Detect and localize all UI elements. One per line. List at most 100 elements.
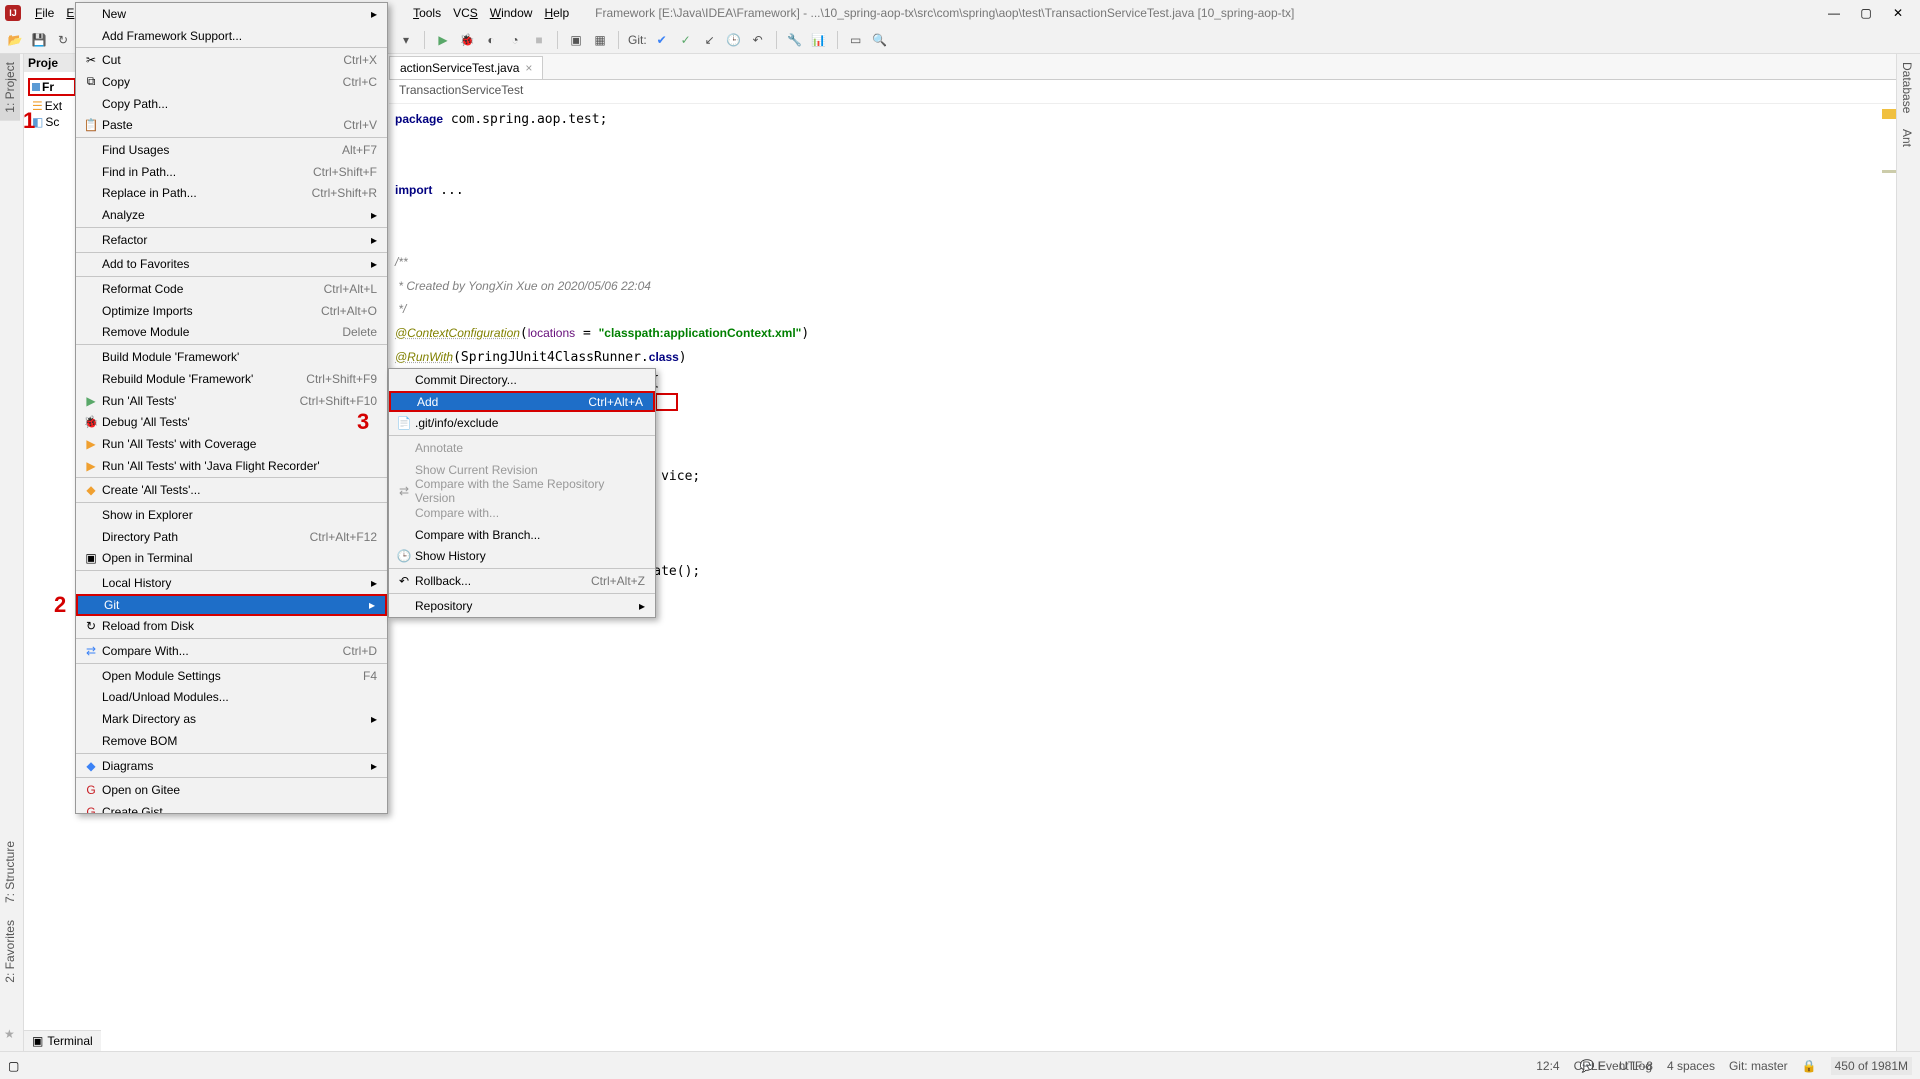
status-line-ending[interactable]: CRLF <box>1574 1059 1605 1073</box>
history-icon[interactable]: 🕒 <box>725 31 743 49</box>
menu-item[interactable]: Build Module 'Framework' <box>76 346 387 368</box>
tab-database[interactable]: Database <box>1897 54 1917 121</box>
push-icon[interactable]: ✓ <box>677 31 695 49</box>
menu-item[interactable]: Add Framework Support... <box>76 25 387 47</box>
search-icon[interactable]: 🔍 <box>871 31 889 49</box>
rollback-icon[interactable]: ↶ <box>749 31 767 49</box>
menu-item[interactable]: ▣Open in Terminal <box>76 548 387 570</box>
editor-tabs: actionServiceTest.java × <box>389 54 1896 80</box>
status-position[interactable]: 12:4 <box>1536 1059 1559 1073</box>
tab-structure[interactable]: 7: Structure <box>0 833 20 911</box>
star-icon[interactable]: ★ <box>4 1027 15 1041</box>
menu-item[interactable]: ✂CutCtrl+X <box>76 49 387 71</box>
tab-close-icon[interactable]: × <box>525 61 532 75</box>
tab-project[interactable]: 1: Project <box>0 54 20 121</box>
statusbar-toggle-icon[interactable]: ▢ <box>8 1059 19 1073</box>
menu-tools[interactable]: Tools <box>407 3 447 23</box>
breadcrumb[interactable]: TransactionServiceTest <box>389 80 1896 104</box>
menu-item[interactable]: ↻Reload from Disk <box>76 616 387 638</box>
menu-item[interactable]: GOpen on Gitee <box>76 779 387 801</box>
update-icon[interactable]: ↙ <box>701 31 719 49</box>
status-branch[interactable]: Git: master <box>1729 1059 1788 1073</box>
menu-window[interactable]: Window <box>484 3 539 23</box>
wrench-icon[interactable]: 🔧 <box>786 31 804 49</box>
terminal-tab[interactable]: ▣ Terminal <box>24 1030 101 1051</box>
menu-item[interactable]: Show in Explorer <box>76 504 387 526</box>
menu-item-label: Show in Explorer <box>102 508 377 522</box>
menu-item-label: Mark Directory as <box>102 712 361 726</box>
status-memory[interactable]: 450 of 1981M <box>1831 1057 1912 1075</box>
menu-help[interactable]: Help <box>538 3 575 23</box>
menu-item-label: Run 'All Tests' with 'Java Flight Record… <box>102 459 377 473</box>
project-item-ext[interactable]: ☰ Ext <box>30 98 76 114</box>
status-encoding[interactable]: UTF-8 <box>1619 1059 1653 1073</box>
menu-item[interactable]: Load/Unload Modules... <box>76 687 387 709</box>
menu-item[interactable]: ◆Create 'All Tests'... <box>76 479 387 501</box>
menu-item[interactable]: ◆Diagrams▸ <box>76 755 387 777</box>
save-icon[interactable]: 💾 <box>30 31 48 49</box>
menu-item[interactable]: ↶Rollback...Ctrl+Alt+Z <box>389 570 655 592</box>
menu-item[interactable]: ▶Run 'All Tests' with Coverage <box>76 433 387 455</box>
menu-item[interactable]: 📄.git/info/exclude <box>389 412 655 434</box>
stop-icon[interactable]: ■ <box>530 31 548 49</box>
menu-item[interactable]: Mark Directory as▸ <box>76 708 387 730</box>
minimize-icon[interactable]: — <box>1827 6 1841 20</box>
status-lock-icon[interactable]: 🔒 <box>1802 1059 1817 1073</box>
profiler-icon[interactable]: ◔ <box>506 31 524 49</box>
menu-item-icon: 📋 <box>82 118 100 132</box>
menu-item[interactable]: 🕒Show History <box>389 546 655 568</box>
menu-item[interactable]: Reformat CodeCtrl+Alt+L <box>76 278 387 300</box>
menu-item[interactable]: Rebuild Module 'Framework'Ctrl+Shift+F9 <box>76 368 387 390</box>
menu-item[interactable]: ⧉CopyCtrl+C <box>76 71 387 93</box>
close-icon[interactable]: ✕ <box>1891 6 1905 20</box>
project-item-sc[interactable]: ◧ Sc <box>30 114 76 130</box>
menu-item[interactable]: 📋PasteCtrl+V <box>76 114 387 136</box>
menu-item[interactable]: Local History▸ <box>76 572 387 594</box>
nav-dropdown-icon[interactable]: ▾ <box>397 31 415 49</box>
menu-item[interactable]: Git▸ <box>76 594 387 616</box>
menu-item[interactable]: GCreate Gist... <box>76 801 387 814</box>
menu-vcs[interactable]: VCS <box>447 3 484 23</box>
menu-item[interactable]: Optimize ImportsCtrl+Alt+O <box>76 300 387 322</box>
menu-item[interactable]: 🐞Debug 'All Tests' <box>76 411 387 433</box>
menu-item-label: Remove Module <box>102 325 312 339</box>
coverage-icon[interactable]: ◐ <box>482 31 500 49</box>
menu-item[interactable]: Analyze▸ <box>76 204 387 226</box>
menu-item[interactable]: ▶Run 'All Tests'Ctrl+Shift+F10 <box>76 390 387 412</box>
tab-ant[interactable]: Ant <box>1897 121 1917 155</box>
menu-item[interactable]: Replace in Path...Ctrl+Shift+R <box>76 183 387 205</box>
maximize-icon[interactable]: ▢ <box>1859 6 1873 20</box>
menu-item[interactable]: AddCtrl+Alt+A <box>389 391 655 413</box>
editor-tab[interactable]: actionServiceTest.java × <box>389 56 543 79</box>
refresh-icon[interactable]: ↻ <box>54 31 72 49</box>
emulator-icon[interactable]: ▭ <box>847 31 865 49</box>
menu-item[interactable]: Compare with Branch... <box>389 524 655 546</box>
menu-item[interactable]: Remove BOM <box>76 730 387 752</box>
menu-file[interactable]: FFileile <box>29 3 60 23</box>
run-icon[interactable]: ▶ <box>434 31 452 49</box>
tab-favorites[interactable]: 2: Favorites <box>0 912 20 991</box>
menu-item[interactable]: New▸ <box>76 3 387 25</box>
status-indent[interactable]: 4 spaces <box>1667 1059 1715 1073</box>
menu-item[interactable]: Find UsagesAlt+F7 <box>76 139 387 161</box>
menu-item[interactable]: Find in Path...Ctrl+Shift+F <box>76 161 387 183</box>
menu-item[interactable]: Commit Directory... <box>389 369 655 391</box>
menu-item[interactable]: Add to Favorites▸ <box>76 254 387 276</box>
project-header[interactable]: Proje <box>24 54 76 72</box>
menu-item[interactable]: Directory PathCtrl+Alt+F12 <box>76 526 387 548</box>
terminal-icon: ▣ <box>32 1034 43 1048</box>
menu-item[interactable]: Copy Path... <box>76 93 387 115</box>
menu-item[interactable]: Repository▸ <box>389 595 655 617</box>
structure-icon[interactable]: 📊 <box>810 31 828 49</box>
layout-icon[interactable]: ▣ <box>567 31 585 49</box>
layout2-icon[interactable]: ▦ <box>591 31 609 49</box>
open-icon[interactable]: 📂 <box>6 31 24 49</box>
menu-item[interactable]: Open Module SettingsF4 <box>76 665 387 687</box>
menu-item[interactable]: ⇄Compare With...Ctrl+D <box>76 640 387 662</box>
commit-icon[interactable]: ✔ <box>653 31 671 49</box>
menu-item[interactable]: ▶Run 'All Tests' with 'Java Flight Recor… <box>76 455 387 477</box>
debug-icon[interactable]: 🐞 <box>458 31 476 49</box>
menu-item[interactable]: Remove ModuleDelete <box>76 322 387 344</box>
project-item-framework[interactable]: Fr <box>28 78 76 96</box>
menu-item[interactable]: Refactor▸ <box>76 229 387 251</box>
